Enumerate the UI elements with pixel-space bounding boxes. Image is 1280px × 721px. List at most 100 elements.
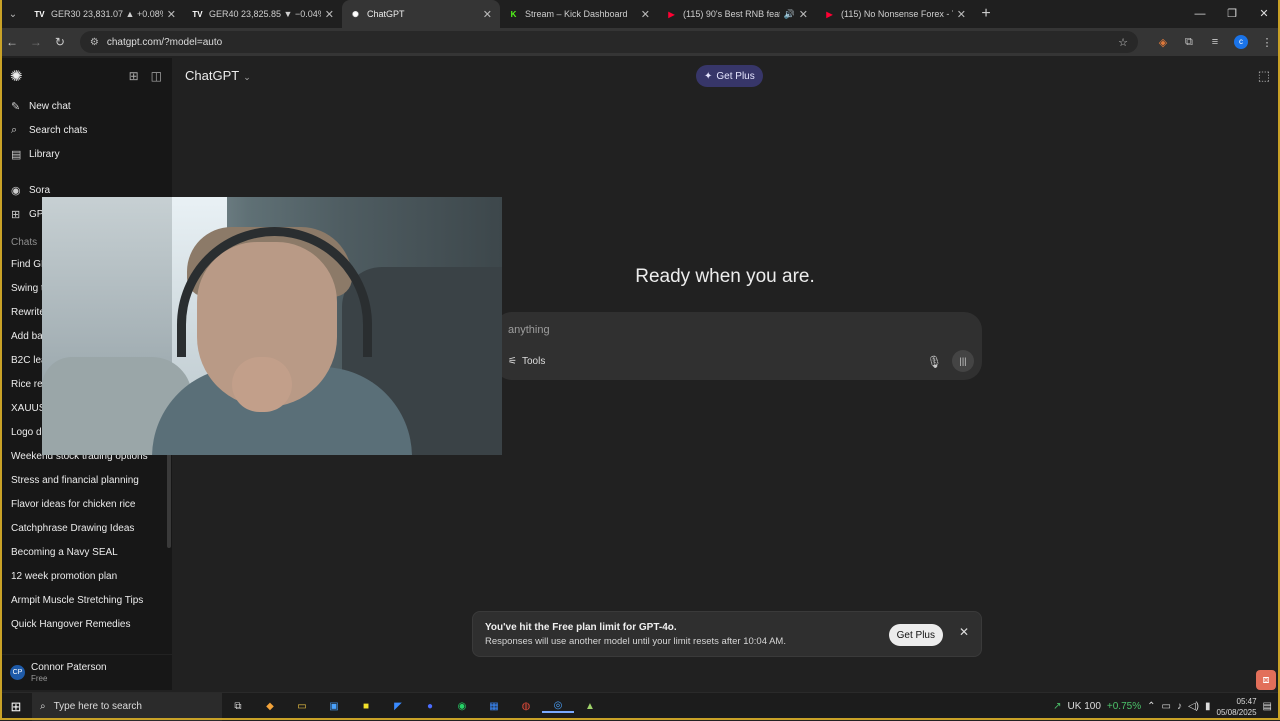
openai-logo-icon[interactable]: ✺ (10, 67, 23, 85)
close-tab-icon[interactable]: ✕ (641, 8, 650, 21)
microphone-tray-icon[interactable]: ♪ (1177, 701, 1182, 712)
task-view-icon[interactable]: ⧉ (222, 701, 254, 712)
extensions-puzzle-icon[interactable]: ⧉ (1176, 36, 1202, 49)
media-control-icon[interactable]: ≡ (1202, 36, 1228, 48)
taskbar-search-placeholder: Type here to search (53, 701, 142, 712)
volume-icon[interactable]: ◁) (1188, 701, 1199, 712)
tab-title: (115) 90's Best RNB featurin (683, 9, 780, 19)
avatar: CP (10, 665, 25, 680)
back-icon[interactable]: ← (0, 35, 24, 49)
tradingview-icon: TV (192, 9, 203, 19)
clock[interactable]: 05:47 05/08/2025 (1217, 696, 1257, 718)
store-icon[interactable]: ▣ (318, 701, 350, 712)
tab-title: Stream – Kick Dashboard (525, 9, 628, 19)
app-yellow-icon[interactable]: ■ (350, 701, 382, 712)
screenshot-tool-icon[interactable]: ⧈ (1256, 670, 1276, 690)
edit-icon: ✎ (11, 100, 21, 113)
taskbar-search[interactable]: ⌕ Type here to search (32, 692, 222, 721)
chat-history-item[interactable]: Armpit Muscle Stretching Tips (0, 588, 172, 612)
notifications-icon[interactable]: ▤ (1263, 701, 1272, 712)
profile-avatar[interactable]: c (1233, 35, 1248, 49)
windows-start-icon[interactable]: ⊞ (0, 699, 32, 715)
close-window-icon[interactable]: ✕ (1248, 0, 1280, 28)
forward-icon[interactable]: → (24, 35, 48, 49)
copilot-icon[interactable]: ◆ (254, 701, 286, 712)
tab-search-chevron-icon[interactable]: ⌄ (0, 0, 26, 28)
address-bar[interactable]: ⚙ chatgpt.com/?model=auto ☆ (79, 31, 1138, 53)
limit-get-plus-button[interactable]: Get Plus (888, 624, 943, 646)
account-menu[interactable]: CP Connor Paterson Free (0, 654, 172, 690)
tab-audio-icon[interactable]: 🔊 (784, 9, 795, 20)
sora-icon: ◉ (11, 184, 21, 197)
app-green-icon[interactable]: ▲ (574, 701, 606, 712)
new-tab-button[interactable]: + (974, 5, 998, 23)
prompt-input[interactable]: anything (508, 324, 550, 336)
tray-overflow-icon[interactable]: ⌃ (1147, 701, 1155, 712)
sidebar-header: ✺ ⊞ ◫ (0, 58, 172, 94)
youtube-icon: ▶ (668, 9, 675, 19)
tools-button[interactable]: ⚟ Tools (508, 356, 545, 367)
restore-icon[interactable]: ❐ (1216, 0, 1248, 28)
gpts-grid-icon[interactable]: ⊞ (129, 69, 139, 83)
minimize-icon[interactable]: — (1184, 0, 1216, 28)
extension-icon-orange[interactable]: ◈ (1150, 36, 1176, 49)
close-tab-icon[interactable]: ✕ (325, 8, 334, 21)
ticker-name[interactable]: UK 100 (1068, 701, 1101, 712)
system-tray: ↗ UK 100 +0.75% ⌃ ▭ ♪ ◁) ▮ 05:47 05/08/2… (1053, 696, 1280, 718)
webcam-person-hand (232, 357, 292, 412)
voice-mode-icon[interactable]: ||| (952, 350, 974, 372)
close-tab-icon[interactable]: ✕ (799, 8, 808, 21)
bookmark-star-icon[interactable]: ☆ (1118, 36, 1128, 49)
ticker-change: +0.75% (1106, 701, 1142, 712)
calendar-icon[interactable]: ▦ (478, 701, 510, 712)
battery-icon[interactable]: ▮ (1205, 701, 1211, 712)
tools-icon: ⚟ (508, 356, 517, 367)
file-explorer-icon[interactable]: ▭ (286, 701, 318, 712)
browser-tab[interactable]: TV GER40 23,825.85 ▼ −0.04% Un ✕ (184, 0, 342, 28)
close-tab-icon[interactable]: ✕ (167, 8, 176, 21)
sidebar-item-library[interactable]: ▤ Library (0, 142, 172, 166)
chat-history-item[interactable]: Flavor ideas for chicken rice (0, 492, 172, 516)
whatsapp-icon[interactable]: ◉ (446, 701, 478, 712)
url-text[interactable]: chatgpt.com/?model=auto (107, 37, 1118, 48)
composer: anything ⚟ Tools 🎙 ||| (494, 312, 982, 380)
chat-history-item[interactable]: Catchphrase Drawing Ideas (0, 516, 172, 540)
sparkle-icon: ✦ (704, 70, 713, 82)
microphone-icon[interactable]: 🎙 (927, 355, 942, 369)
browser-tab[interactable]: ▶ (115) No Nonsense Forex - You ✕ (816, 0, 974, 28)
search-icon: ⌕ (11, 123, 18, 136)
taskbar: ⊞ ⌕ Type here to search ⧉ ◆ ▭ ▣ ■ ◤ ● ◉ … (0, 692, 1280, 721)
chat-history-item[interactable]: Stress and financial planning (0, 468, 172, 492)
app-blue-icon[interactable]: ◤ (382, 701, 414, 712)
clock-date: 05/08/2025 (1216, 707, 1257, 717)
browser-tab[interactable]: TV GER30 23,831.07 ▲ +0.08% Un ✕ (26, 0, 184, 28)
obs-icon[interactable]: ◍ (510, 701, 542, 712)
model-selector[interactable]: ChatGPT ⌄ (185, 68, 251, 83)
site-info-icon[interactable]: ⚙ (90, 37, 99, 48)
close-tab-icon[interactable]: ✕ (957, 8, 966, 21)
close-icon[interactable]: ✕ (959, 625, 969, 639)
sidebar-item-search-chats[interactable]: ⌕ Search chats (0, 118, 172, 142)
reload-icon[interactable]: ↻ (48, 35, 72, 49)
zoom-icon[interactable]: ● (414, 701, 446, 712)
browser-tab[interactable]: K Stream – Kick Dashboard ✕ (500, 0, 658, 28)
tab-title: GER30 23,831.07 ▲ +0.08% Un (51, 9, 163, 19)
network-icon[interactable]: ▭ (1162, 701, 1171, 712)
toggle-sidebar-icon[interactable]: ◫ (151, 69, 162, 83)
openai-icon: ✺ (352, 9, 359, 19)
sidebar-item-label: New chat (29, 100, 71, 112)
temporary-chat-icon[interactable]: ⬚ (1258, 68, 1270, 84)
tab-title: GER40 23,825.85 ▼ −0.04% Un (209, 9, 321, 19)
get-plus-button[interactable]: ✦ Get Plus (696, 65, 763, 87)
browser-menu-icon[interactable]: ⋮ (1254, 36, 1280, 49)
account-plan: Free (31, 674, 48, 683)
browser-tab[interactable]: ▶ (115) 90's Best RNB featurin 🔊 ✕ (658, 0, 816, 28)
chat-history-item[interactable]: Becoming a Navy SEAL (0, 540, 172, 564)
browser-tab[interactable]: ✺ ChatGPT ✕ (342, 0, 500, 28)
chrome-icon[interactable]: ◎ (542, 700, 574, 713)
chat-history-item[interactable]: 12 week promotion plan (0, 564, 172, 588)
tab-strip: ⌄ TV GER30 23,831.07 ▲ +0.08% Un ✕ TV GER40 … (0, 0, 1280, 28)
chat-history-item[interactable]: Quick Hangover Remedies (0, 612, 172, 636)
close-tab-icon[interactable]: ✕ (483, 8, 492, 21)
sidebar-item-new-chat[interactable]: ✎ New chat (0, 94, 172, 118)
